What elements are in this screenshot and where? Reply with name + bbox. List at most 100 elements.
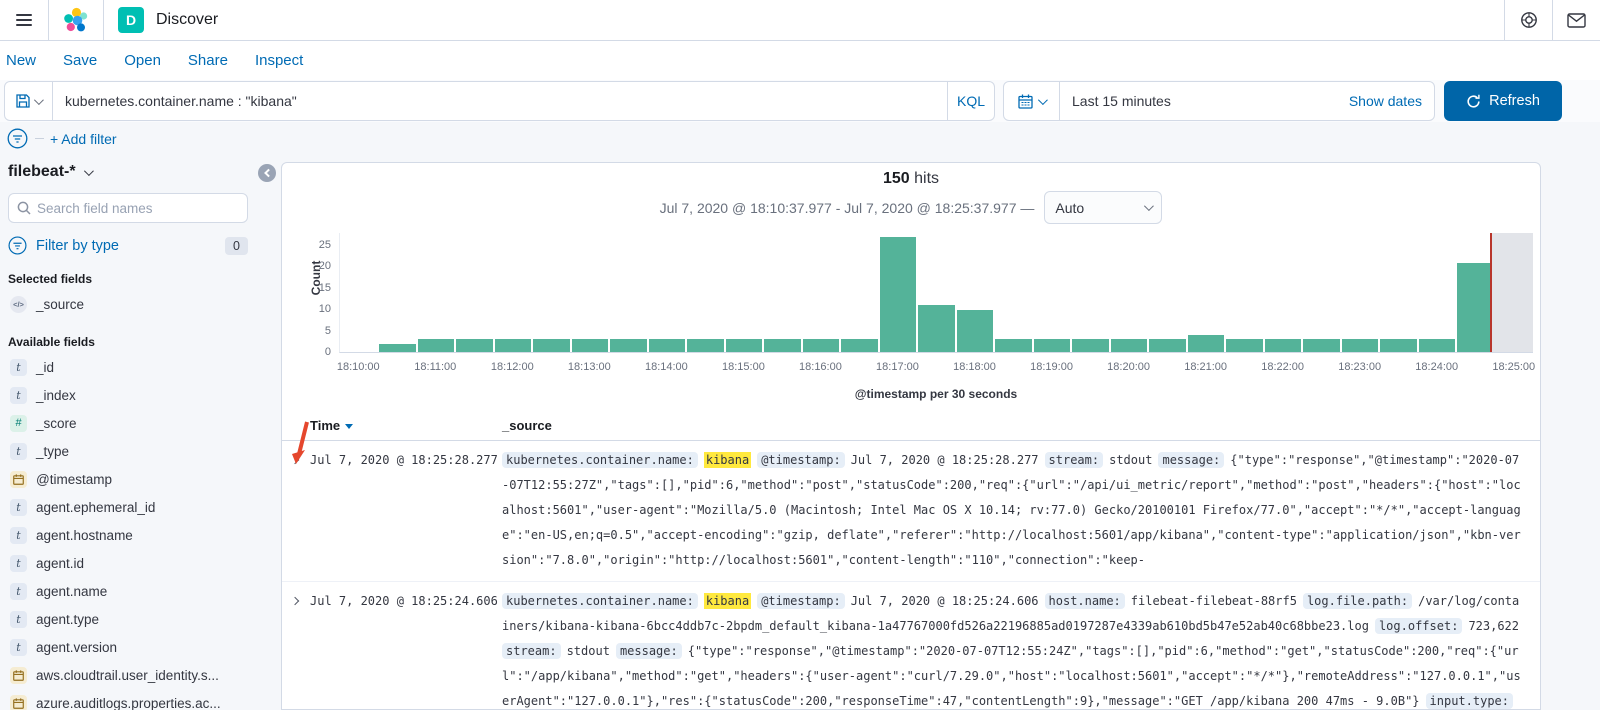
add-filter-button[interactable]: + Add filter [50, 131, 117, 147]
nav-link-new[interactable]: New [6, 52, 36, 69]
nav-link-share[interactable]: Share [188, 52, 228, 69]
query-input[interactable] [53, 93, 947, 109]
histogram-bar[interactable] [1110, 339, 1148, 352]
histogram-bar[interactable] [1187, 335, 1225, 352]
histogram-bar[interactable] [379, 343, 416, 352]
save-icon [16, 94, 30, 108]
hamburger-menu-icon[interactable] [0, 0, 48, 40]
field-item-agent.ephemeral_id[interactable]: t agent.ephemeral_id [8, 493, 280, 521]
field-item-_index[interactable]: t _index [8, 381, 280, 409]
histogram-bar[interactable] [687, 339, 724, 352]
histogram-bar[interactable] [1226, 339, 1263, 352]
histogram-bar[interactable] [648, 339, 686, 352]
nav-link-save[interactable]: Save [63, 52, 97, 69]
histogram-bar[interactable] [995, 339, 1032, 352]
histogram-bucket [840, 233, 878, 352]
field-item-@timestamp[interactable]: @timestamp [8, 465, 280, 493]
histogram-bar[interactable] [417, 339, 455, 352]
query-bar: KQL Last 15 minutes Show dates Refresh [0, 80, 1600, 122]
field-item-_type[interactable]: t _type [8, 437, 280, 465]
histogram-bar[interactable] [456, 339, 493, 352]
selected-fields-heading: Selected fields [8, 272, 93, 286]
histogram-bar[interactable] [1303, 339, 1340, 352]
histogram-bar[interactable] [802, 339, 840, 352]
nav-link-inspect[interactable]: Inspect [255, 52, 303, 69]
histogram-bar[interactable] [1072, 339, 1109, 352]
field-item-_score[interactable]: # _score [8, 409, 280, 437]
field-item-agent.name[interactable]: t agent.name [8, 577, 280, 605]
histogram-bar[interactable] [841, 339, 878, 352]
date-quick-select-button[interactable] [1004, 82, 1060, 120]
discover-app-badge[interactable]: D [118, 7, 144, 33]
time-range-value[interactable]: Last 15 minutes [1060, 93, 1171, 109]
field-item-aws.cloudtrail.user_identity.s...[interactable]: aws.cloudtrail.user_identity.s... [8, 661, 280, 689]
histogram-bar[interactable] [1033, 339, 1071, 352]
histogram-bar[interactable] [879, 237, 917, 352]
histogram-bar[interactable] [918, 305, 955, 352]
interval-select[interactable]: Auto [1044, 191, 1163, 224]
index-pattern-switcher[interactable]: filebeat-* [8, 163, 94, 181]
histogram-bar[interactable] [1380, 339, 1417, 352]
histogram-bar[interactable] [956, 309, 994, 352]
field-item-azure.auditlogs.properties.ac...[interactable]: azure.auditlogs.properties.ac... [8, 689, 280, 710]
histogram-bar[interactable] [1264, 339, 1302, 352]
histogram-bar[interactable] [764, 339, 801, 352]
column-header-time[interactable]: Time [310, 418, 502, 433]
refresh-button[interactable]: Refresh [1444, 81, 1562, 121]
filter-icon[interactable] [7, 128, 28, 149]
histogram-bucket [763, 233, 801, 352]
histogram-bar[interactable] [725, 339, 763, 352]
y-tick: 10 [318, 303, 331, 316]
field-name: agent.version [36, 639, 118, 655]
date-field-type-icon [10, 470, 27, 488]
histogram-bucket [1071, 233, 1109, 352]
histogram-bar[interactable] [494, 339, 532, 352]
help-button[interactable] [1504, 0, 1552, 40]
field-item-agent.version[interactable]: t agent.version [8, 633, 280, 661]
histogram-bar[interactable] [1341, 339, 1379, 352]
histogram-bar[interactable] [1457, 262, 1494, 352]
field-item-agent.hostname[interactable]: t agent.hostname [8, 521, 280, 549]
field-item-agent.type[interactable]: t agent.type [8, 605, 280, 633]
field-item-agent.id[interactable]: t agent.id [8, 549, 280, 577]
histogram-bucket [1302, 233, 1340, 352]
histogram-bucket [455, 233, 493, 352]
field-name: agent.id [36, 555, 85, 571]
histogram-bar[interactable] [610, 339, 647, 352]
current-time-marker [1489, 233, 1492, 352]
newsfeed-button[interactable] [1552, 0, 1600, 40]
histogram-bar[interactable] [1418, 339, 1456, 352]
x-tick: 18:25:00 [1492, 361, 1536, 373]
time-cell: Jul 7, 2020 @ 18:25:24.606 [310, 594, 498, 608]
source-cell: kubernetes.container.name: kibana @timesta… [502, 448, 1530, 573]
nav-link-open[interactable]: Open [124, 52, 161, 69]
mail-icon [1567, 12, 1586, 28]
highlighted-term: kibana [703, 452, 752, 468]
chevron-down-icon [33, 94, 44, 105]
field-search-input[interactable] [37, 200, 239, 216]
field-item-_id[interactable]: t _id [8, 353, 280, 381]
x-tick: 18:10:00 [336, 361, 380, 373]
collapse-sidebar-button[interactable] [258, 164, 276, 182]
histogram-bar[interactable] [571, 339, 609, 352]
histogram-bar[interactable] [1149, 339, 1186, 352]
y-tick: 0 [324, 346, 331, 358]
histogram-bar[interactable] [533, 339, 570, 352]
string-field-type-icon: t [10, 582, 27, 600]
expand-row-button[interactable] [286, 591, 304, 611]
show-dates-button[interactable]: Show dates [1349, 93, 1434, 109]
source-value: 723,622 [1468, 619, 1520, 633]
histogram-bucket [648, 233, 686, 352]
elastic-logo[interactable] [48, 0, 103, 40]
filter-by-type-button[interactable]: Filter by type 0 [8, 236, 248, 255]
x-tick: 18:24:00 [1415, 361, 1459, 373]
source-value: filebeat-filebeat-88rf5 [1130, 594, 1297, 608]
chevron-down-icon [83, 165, 94, 176]
field-name: agent.ephemeral_id [36, 499, 156, 515]
field-item-_source[interactable]: </> _source [8, 290, 280, 318]
query-input-wrap: KQL [53, 81, 995, 121]
histogram-bucket [609, 233, 647, 352]
saved-query-menu-button[interactable] [4, 81, 53, 121]
query-language-button[interactable]: KQL [947, 81, 994, 121]
source-field-badge: host.name: [1044, 593, 1125, 609]
